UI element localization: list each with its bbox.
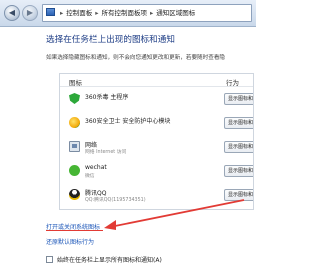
table-row: 腾讯QQ QQ:腾讯QQ(1195734351) 显示图标和通知 [60,185,253,209]
table-row: 360杀毒 主程序 显示图标和通知 [60,89,253,113]
table-row: 360安全卫士 安全防护中心模块 显示图标和通知 [60,113,253,137]
behavior-select[interactable]: 显示图标和通知 [224,141,253,153]
show-all-icons-label[interactable]: 始终在任务栏上显示所有图标和通知(A) [57,255,162,264]
page-description: 如果选择隐藏图标和通知，则不会向您通知更改和更新，若要随时查看隐 [46,55,226,61]
control-panel-icon [46,8,55,16]
column-header-action: 行为 [226,79,239,87]
row-app-subtitle: 微信 [85,174,95,179]
column-header-icon: 图标 [69,79,82,87]
wechat-icon [69,165,80,176]
annotation-underline [46,230,103,231]
breadcrumb-separator[interactable]: ▸ [150,9,153,17]
address-bar[interactable]: ▸ 控制面板 ▸ 所有控制面板项 ▸ 通知区域图标 [42,4,252,22]
behavior-select[interactable]: 显示图标和通知 [224,165,253,177]
row-app-name: wechat [85,164,107,171]
breadcrumb-notification-icons[interactable]: 通知区域图标 [156,9,195,17]
forward-button[interactable]: ▶ [22,5,38,21]
row-app-subtitle: 网络 Internet 访问 [85,150,127,155]
table-row: wechat 微信 显示图标和通知 [60,161,253,185]
address-toolbar: ◀ ▶ ▸ 控制面板 ▸ 所有控制面板项 ▸ 通知区域图标 [0,0,256,27]
row-app-subtitle: QQ:腾讯QQ(1195734351) [85,198,146,203]
restore-default-link[interactable]: 还原默认图标行为 [46,237,94,246]
behavior-select[interactable]: 显示图标和通知 [224,189,253,201]
breadcrumb-separator[interactable]: ▸ [95,9,98,17]
network-icon [69,141,80,152]
shield-icon [69,93,80,104]
row-app-name: 360安全卫士 安全防护中心模块 [85,118,171,125]
qq-icon [69,189,80,200]
table-header: 图标 行为 [60,74,253,87]
behavior-select[interactable]: 显示图标和通知 [224,93,253,105]
behavior-select[interactable]: 显示图标和通知 [224,117,253,129]
breadcrumb-all-items[interactable]: 所有控制面板项 [102,9,148,17]
page-title: 选择在任务栏上出现的图标和通知 [46,35,175,45]
breadcrumb-control-panel[interactable]: 控制面板 [66,9,92,17]
notification-icon-table: 图标 行为 360杀毒 主程序 显示图标和通知 360安全卫士 安全防护中心模块… [59,73,254,210]
guard-icon [69,117,80,128]
breadcrumb-separator[interactable]: ▸ [60,9,63,17]
show-all-icons-checkbox[interactable] [46,256,53,263]
row-app-name: 360杀毒 主程序 [85,94,129,101]
back-button[interactable]: ◀ [4,5,20,21]
table-row: 网络 网络 Internet 访问 显示图标和通知 [60,137,253,161]
